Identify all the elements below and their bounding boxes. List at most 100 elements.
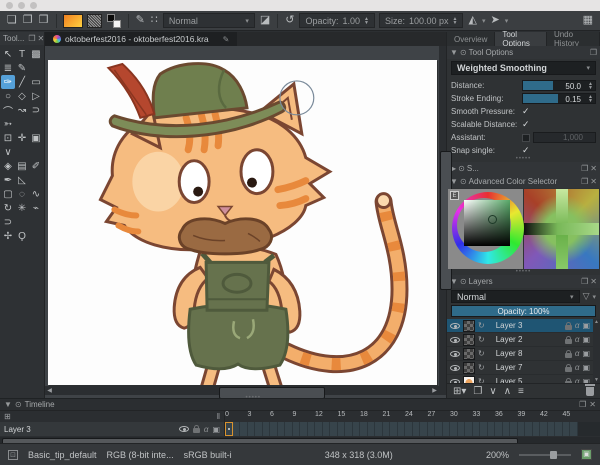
similar-select-tool[interactable]: ✳ bbox=[15, 201, 29, 215]
measure-tool[interactable]: ◺ bbox=[15, 173, 29, 187]
option-checkbox[interactable] bbox=[522, 134, 530, 142]
palette-dialog-icon[interactable]: ▦ bbox=[582, 15, 594, 26]
reload-preset-icon[interactable]: ↺ bbox=[284, 15, 295, 26]
close-docker-icon[interactable]: ✕ bbox=[590, 164, 597, 173]
mirror-vertical-icon[interactable]: ➤ bbox=[489, 15, 500, 26]
frame-cell[interactable] bbox=[263, 422, 271, 436]
document-tab[interactable]: oktoberfest2016 - oktoberfest2016.kra ✎ bbox=[45, 32, 237, 46]
frame-cell[interactable] bbox=[300, 422, 308, 436]
frame-cell[interactable] bbox=[398, 422, 406, 436]
freehand-select-tool[interactable]: ∿ bbox=[29, 187, 43, 201]
frame-cell[interactable] bbox=[548, 422, 556, 436]
layer-row[interactable]: ↻Layer 3α▣ bbox=[447, 319, 600, 333]
crop-tool[interactable]: ⊡ bbox=[1, 131, 15, 145]
opacity-field[interactable]: Opacity:1.00 ▲▼ bbox=[299, 13, 375, 28]
layer-style-icon[interactable]: ▣ bbox=[582, 349, 590, 358]
frame-cell[interactable] bbox=[443, 422, 451, 436]
alpha-lock-icon[interactable]: α bbox=[575, 349, 580, 358]
move-layer-down-button[interactable]: ∨ bbox=[489, 386, 496, 397]
visibility-eye-icon[interactable] bbox=[450, 365, 460, 371]
color-picker-tool[interactable]: ✒ bbox=[1, 173, 15, 187]
docker-tab-overview[interactable]: Overview bbox=[447, 32, 495, 46]
zoom-fit-icon[interactable]: ▣ bbox=[581, 449, 592, 460]
docker-tab-undo-history[interactable]: Undo History bbox=[547, 32, 600, 46]
alpha-lock-icon[interactable]: α bbox=[575, 335, 580, 344]
frame-cell[interactable] bbox=[458, 422, 466, 436]
frame-cell[interactable] bbox=[353, 422, 361, 436]
brush-preset-icon[interactable]: ✎ bbox=[135, 15, 146, 26]
frame-cell[interactable] bbox=[330, 422, 338, 436]
hue-ring-selector[interactable]: E bbox=[448, 189, 523, 269]
docker-tab-tool-options[interactable]: Tool Options bbox=[495, 32, 547, 46]
canvas-scroll-area[interactable]: ◀ ▶ ••••• bbox=[45, 46, 446, 398]
layer-row[interactable]: ↻Layer 5α▣ bbox=[447, 375, 600, 383]
opacity-stepper[interactable]: ▲▼ bbox=[364, 17, 369, 25]
foreground-background-colors[interactable] bbox=[106, 13, 122, 29]
collapsed-docker-header[interactable]: ▶ ⊙ S... ❐ ✕ bbox=[447, 162, 600, 175]
bezier-curve-tool[interactable]: ⌒ bbox=[1, 103, 15, 117]
assistant-value-field[interactable]: 1,000 bbox=[533, 132, 596, 143]
open-document-icon[interactable]: ❐ bbox=[22, 15, 34, 26]
frame-cell[interactable] bbox=[293, 422, 301, 436]
save-document-icon[interactable]: ❒ bbox=[38, 15, 50, 26]
freehand-path-tool[interactable]: ↝ bbox=[15, 103, 29, 117]
zoom-window-button[interactable] bbox=[30, 2, 37, 9]
frame-cell[interactable] bbox=[233, 422, 241, 436]
frame-cell[interactable] bbox=[308, 422, 316, 436]
pan-tool[interactable]: ✢ bbox=[1, 229, 15, 243]
float-docker-icon[interactable]: ❐ bbox=[581, 164, 588, 173]
frame-cell[interactable] bbox=[518, 422, 526, 436]
layer-properties-button[interactable]: ≡ bbox=[518, 386, 524, 397]
frame-cell[interactable] bbox=[540, 422, 548, 436]
tool-options-header[interactable]: ▼ ⊙ Tool Options ❐ bbox=[447, 46, 600, 59]
frame-cell[interactable] bbox=[435, 422, 443, 436]
frame-cell[interactable] bbox=[450, 422, 458, 436]
lock-icon[interactable] bbox=[565, 367, 572, 372]
delete-layer-button[interactable] bbox=[586, 387, 594, 396]
visibility-eye-icon[interactable] bbox=[450, 337, 460, 343]
layer-row[interactable]: ↻Layer 7α▣ bbox=[447, 361, 600, 375]
dynamic-brush-tool[interactable]: ⊃ bbox=[29, 103, 43, 117]
lock-icon[interactable] bbox=[565, 381, 572, 384]
move-layer-up-button[interactable]: ∧ bbox=[504, 386, 511, 397]
multibrush-tool[interactable]: ➳ bbox=[1, 117, 15, 131]
ellipse-tool[interactable]: ○ bbox=[1, 89, 15, 103]
size-stepper[interactable]: ▲▼ bbox=[453, 17, 458, 25]
scroll-right-arrow-icon[interactable]: ▶ bbox=[430, 387, 439, 394]
filter-funnel-icon[interactable]: ▽ bbox=[583, 291, 590, 302]
frame-cell[interactable] bbox=[563, 422, 571, 436]
layer-style-icon[interactable]: ▣ bbox=[582, 363, 590, 372]
text-tool[interactable]: T bbox=[15, 47, 29, 61]
smart-patch-tool[interactable]: ✐ bbox=[29, 159, 43, 173]
layers-header[interactable]: ▼ ⊙ Layers ❐ ✕ bbox=[447, 275, 600, 288]
lock-icon[interactable] bbox=[565, 339, 572, 344]
polygon-select-tool[interactable]: ↻ bbox=[1, 201, 15, 215]
minimize-window-button[interactable] bbox=[18, 2, 25, 9]
frame-cell[interactable] bbox=[255, 422, 263, 436]
frame-cell[interactable] bbox=[240, 422, 248, 436]
visibility-eye-icon[interactable] bbox=[450, 379, 460, 384]
onion-skin-icon[interactable]: ▣ bbox=[212, 425, 220, 434]
frame-cell[interactable] bbox=[383, 422, 391, 436]
canvas[interactable] bbox=[48, 60, 437, 385]
ellipse-select-tool[interactable]: ◌ bbox=[15, 187, 29, 201]
option-slider[interactable]: 0.15▲▼ bbox=[522, 93, 596, 104]
layer-blend-mode-dropdown[interactable]: Normal▾ bbox=[451, 290, 580, 303]
close-docker-icon[interactable]: ✕ bbox=[590, 277, 597, 286]
gradient-tool[interactable]: ▤ bbox=[15, 159, 29, 173]
scroll-left-arrow-icon[interactable]: ◀ bbox=[45, 387, 54, 394]
saturation-value-square[interactable] bbox=[464, 200, 510, 246]
eraser-toggle-icon[interactable]: ◪ bbox=[259, 15, 271, 26]
frame-cell[interactable] bbox=[278, 422, 286, 436]
collapse-arrow-icon[interactable]: ▼ bbox=[450, 48, 458, 57]
layer-opacity-slider[interactable]: Opacity: 100% bbox=[451, 305, 596, 317]
shape-select-tool[interactable]: ↖ bbox=[1, 47, 15, 61]
frame-cell[interactable] bbox=[368, 422, 376, 436]
layer-style-icon[interactable]: ▣ bbox=[582, 335, 590, 344]
canvas-vertical-scrollbar[interactable] bbox=[439, 46, 446, 395]
onion-skin-toggle-icon[interactable]: ‖ bbox=[217, 412, 220, 421]
calligraphy-tool[interactable]: ≣ bbox=[1, 61, 15, 75]
visibility-eye-icon[interactable] bbox=[179, 426, 189, 432]
float-docker-icon[interactable]: ❐ bbox=[579, 400, 586, 409]
blend-mode-dropdown[interactable]: Normal▾ bbox=[163, 13, 255, 28]
